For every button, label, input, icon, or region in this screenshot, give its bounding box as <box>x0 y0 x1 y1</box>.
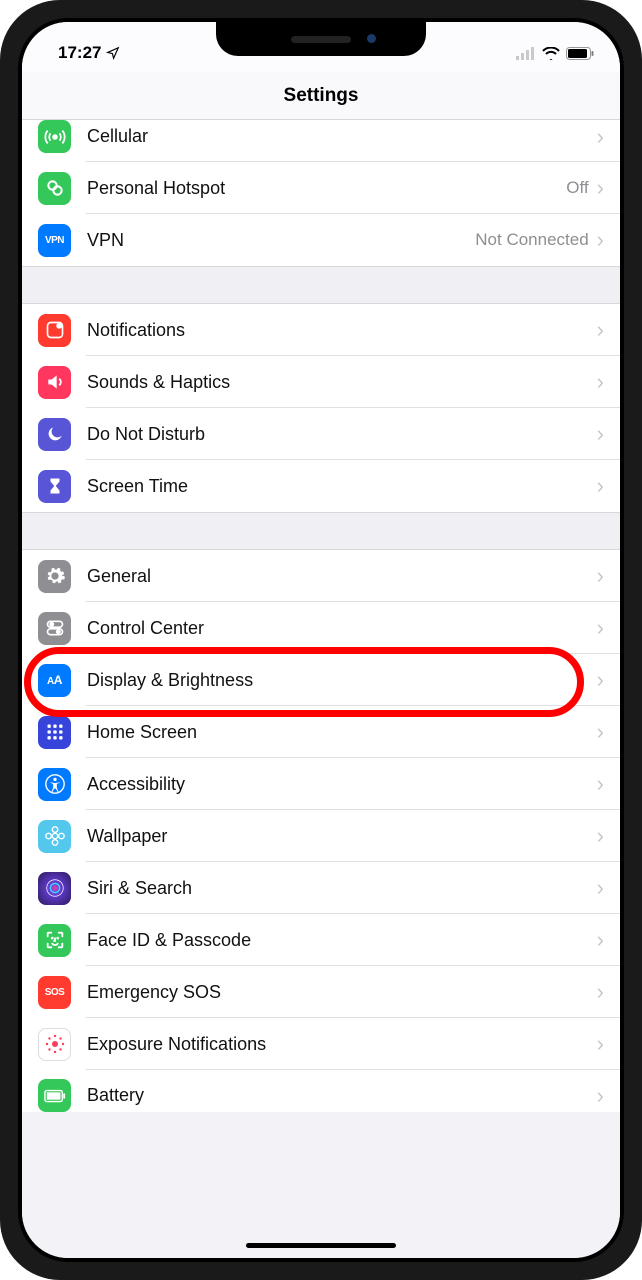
navigation-header: Settings <box>22 72 620 120</box>
settings-item-vpn[interactable]: VPN VPN Not Connected › <box>22 214 620 266</box>
wallpaper-icon <box>38 820 71 853</box>
home-screen-icon <box>38 716 71 749</box>
chevron-right-icon: › <box>597 825 604 847</box>
settings-item-value: Off <box>566 178 588 198</box>
display-icon: AA <box>38 664 71 697</box>
cellular-icon <box>38 120 71 153</box>
settings-item-label: General <box>87 566 597 587</box>
settings-item-notifications[interactable]: Notifications › <box>22 304 620 356</box>
chevron-right-icon: › <box>597 617 604 639</box>
exposure-icon <box>38 1028 71 1061</box>
settings-item-label: Face ID & Passcode <box>87 930 597 951</box>
chevron-right-icon: › <box>597 669 604 691</box>
chevron-right-icon: › <box>597 371 604 393</box>
chevron-right-icon: › <box>597 1085 604 1107</box>
chevron-right-icon: › <box>597 177 604 199</box>
settings-item-sos[interactable]: SOS Emergency SOS › <box>22 966 620 1018</box>
sos-icon: SOS <box>38 976 71 1009</box>
chevron-right-icon: › <box>597 565 604 587</box>
chevron-right-icon: › <box>597 319 604 341</box>
home-indicator[interactable] <box>246 1243 396 1248</box>
settings-item-label: Do Not Disturb <box>87 424 597 445</box>
chevron-right-icon: › <box>597 773 604 795</box>
chevron-right-icon: › <box>597 1033 604 1055</box>
accessibility-icon <box>38 768 71 801</box>
settings-item-faceid[interactable]: Face ID & Passcode › <box>22 914 620 966</box>
settings-item-label: Emergency SOS <box>87 982 597 1003</box>
chevron-right-icon: › <box>597 475 604 497</box>
settings-item-label: Accessibility <box>87 774 597 795</box>
hotspot-icon <box>38 172 71 205</box>
settings-item-dnd[interactable]: Do Not Disturb › <box>22 408 620 460</box>
chevron-right-icon: › <box>597 423 604 445</box>
settings-item-general[interactable]: General › <box>22 550 620 602</box>
chevron-right-icon: › <box>597 126 604 148</box>
settings-item-label: Siri & Search <box>87 878 597 899</box>
settings-item-screentime[interactable]: Screen Time › <box>22 460 620 512</box>
settings-item-label: Sounds & Haptics <box>87 372 597 393</box>
settings-item-label: Wallpaper <box>87 826 597 847</box>
faceid-icon <box>38 924 71 957</box>
settings-item-homescreen[interactable]: Home Screen › <box>22 706 620 758</box>
settings-item-label: Exposure Notifications <box>87 1034 597 1055</box>
chevron-right-icon: › <box>597 981 604 1003</box>
chevron-right-icon: › <box>597 721 604 743</box>
settings-item-label: Control Center <box>87 618 597 639</box>
settings-item-label: Notifications <box>87 320 597 341</box>
page-title: Settings <box>284 85 359 107</box>
wifi-icon <box>542 47 560 60</box>
settings-item-battery[interactable]: Battery › <box>22 1070 620 1112</box>
settings-item-siri[interactable]: Siri & Search › <box>22 862 620 914</box>
settings-item-cellular[interactable]: Cellular › <box>22 120 620 162</box>
hourglass-icon <box>38 470 71 503</box>
cellular-signal-icon <box>516 47 536 60</box>
settings-item-accessibility[interactable]: Accessibility › <box>22 758 620 810</box>
settings-item-wallpaper[interactable]: Wallpaper › <box>22 810 620 862</box>
chevron-right-icon: › <box>597 229 604 251</box>
gear-icon <box>38 560 71 593</box>
settings-item-label: Personal Hotspot <box>87 178 566 199</box>
settings-item-label: VPN <box>87 230 475 251</box>
settings-item-exposure[interactable]: Exposure Notifications › <box>22 1018 620 1070</box>
chevron-right-icon: › <box>597 877 604 899</box>
settings-item-label: Cellular <box>87 126 597 147</box>
settings-item-label: Home Screen <box>87 722 597 743</box>
vpn-icon: VPN <box>38 224 71 257</box>
settings-item-label: Screen Time <box>87 476 597 497</box>
settings-list[interactable]: Cellular › Personal Hotspot Off › <box>22 120 620 1258</box>
notifications-icon <box>38 314 71 347</box>
chevron-right-icon: › <box>597 929 604 951</box>
moon-icon <box>38 418 71 451</box>
settings-item-controlcenter[interactable]: Control Center › <box>22 602 620 654</box>
settings-item-label: Battery <box>87 1085 597 1106</box>
device-notch <box>216 22 426 56</box>
settings-item-hotspot[interactable]: Personal Hotspot Off › <box>22 162 620 214</box>
siri-icon <box>38 872 71 905</box>
settings-item-label: Display & Brightness <box>87 670 597 691</box>
settings-item-sounds[interactable]: Sounds & Haptics › <box>22 356 620 408</box>
sounds-icon <box>38 366 71 399</box>
settings-item-display[interactable]: AA Display & Brightness › <box>22 654 620 706</box>
location-icon <box>106 46 120 60</box>
settings-item-value: Not Connected <box>475 230 588 250</box>
battery-icon <box>38 1079 71 1112</box>
status-time: 17:27 <box>58 43 101 63</box>
control-center-icon <box>38 612 71 645</box>
battery-icon <box>566 47 594 60</box>
